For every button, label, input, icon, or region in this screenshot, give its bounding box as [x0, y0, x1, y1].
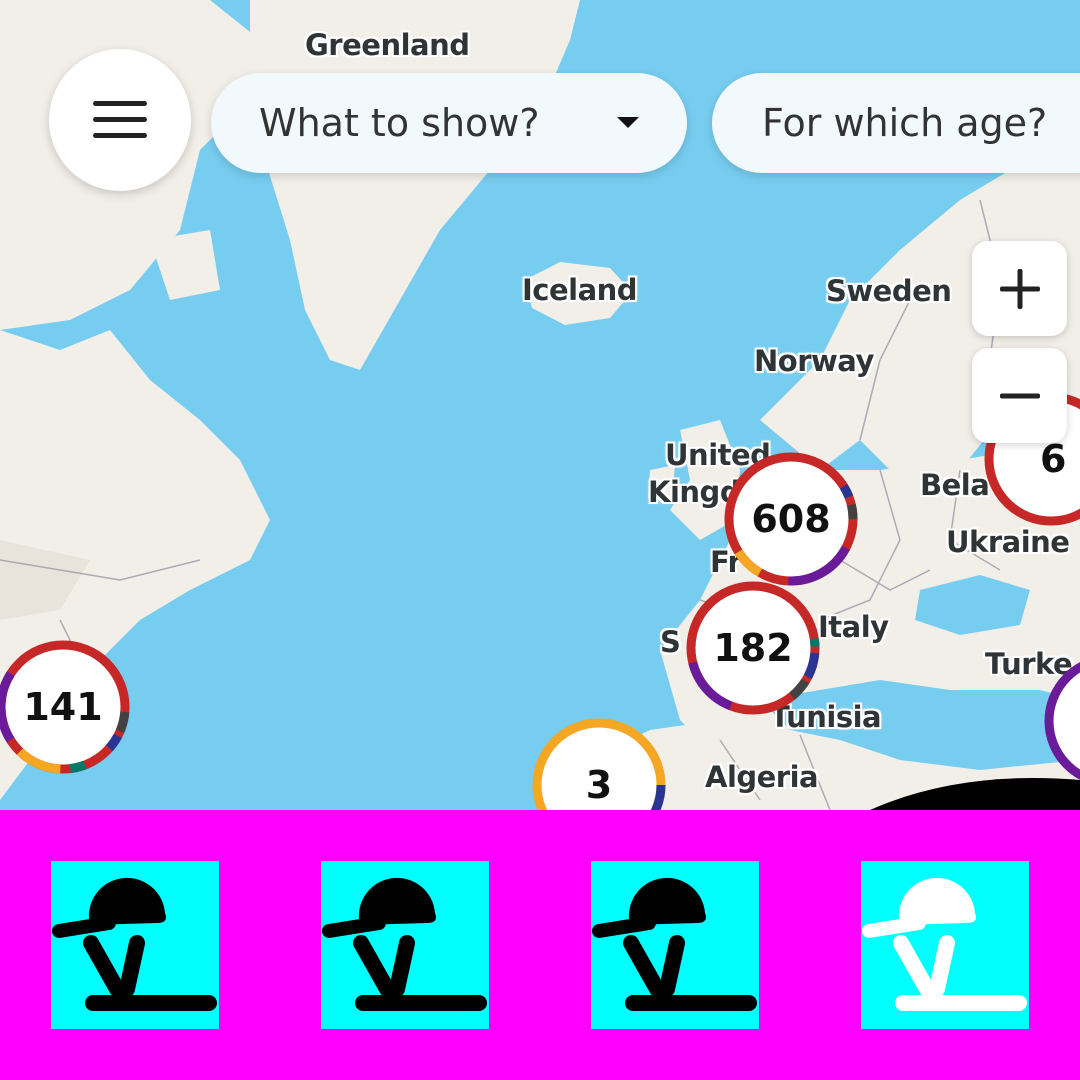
umbrella-icon-white [862, 877, 1027, 1011]
what-to-show-label: What to show? [259, 101, 540, 145]
umbrella-icon [322, 877, 487, 1011]
cluster-marker[interactable]: 141 [0, 636, 134, 778]
minus-icon [999, 393, 1040, 398]
age-dropdown[interactable]: For which age? [712, 73, 1080, 173]
cluster-count: 3 [585, 763, 613, 807]
menu-button[interactable] [49, 49, 191, 191]
plus-icon [999, 268, 1040, 309]
label-iceland: Iceland [522, 273, 638, 307]
cluster-marker[interactable]: 182 [682, 577, 824, 719]
bottom-tile[interactable] [321, 861, 489, 1029]
label-norway: Norway [754, 344, 874, 378]
label-belarus: Bela [920, 468, 990, 502]
umbrella-icon [52, 877, 217, 1011]
zoom-out-button[interactable] [972, 348, 1067, 443]
bottom-tile[interactable] [591, 861, 759, 1029]
cluster-marker[interactable]: 608 [720, 448, 862, 590]
bottom-tile-selected[interactable] [861, 861, 1029, 1029]
cluster-count: 182 [713, 626, 793, 670]
cluster-ring [1044, 662, 1080, 780]
what-to-show-dropdown[interactable]: What to show? [211, 73, 687, 173]
cluster-marker[interactable]: 3 [528, 714, 670, 810]
label-spain: S [660, 625, 681, 659]
label-sweden: Sweden [826, 274, 952, 308]
caret-down-icon [617, 117, 639, 128]
zoom-in-button[interactable] [972, 241, 1067, 336]
cluster-count: 6 [1040, 437, 1067, 481]
cluster-marker-partial[interactable] [1040, 650, 1080, 792]
label-italy: Italy [818, 610, 889, 644]
age-label: For which age? [762, 101, 1048, 145]
label-greenland: Greenland [305, 28, 470, 62]
umbrella-icon [592, 877, 757, 1011]
label-ukraine: Ukraine [946, 525, 1070, 559]
label-algeria: Algeria [705, 760, 819, 794]
bottom-tile[interactable] [51, 861, 219, 1029]
hamburger-icon [93, 101, 147, 138]
cluster-count: 141 [23, 685, 103, 729]
cluster-count: 608 [751, 497, 831, 541]
